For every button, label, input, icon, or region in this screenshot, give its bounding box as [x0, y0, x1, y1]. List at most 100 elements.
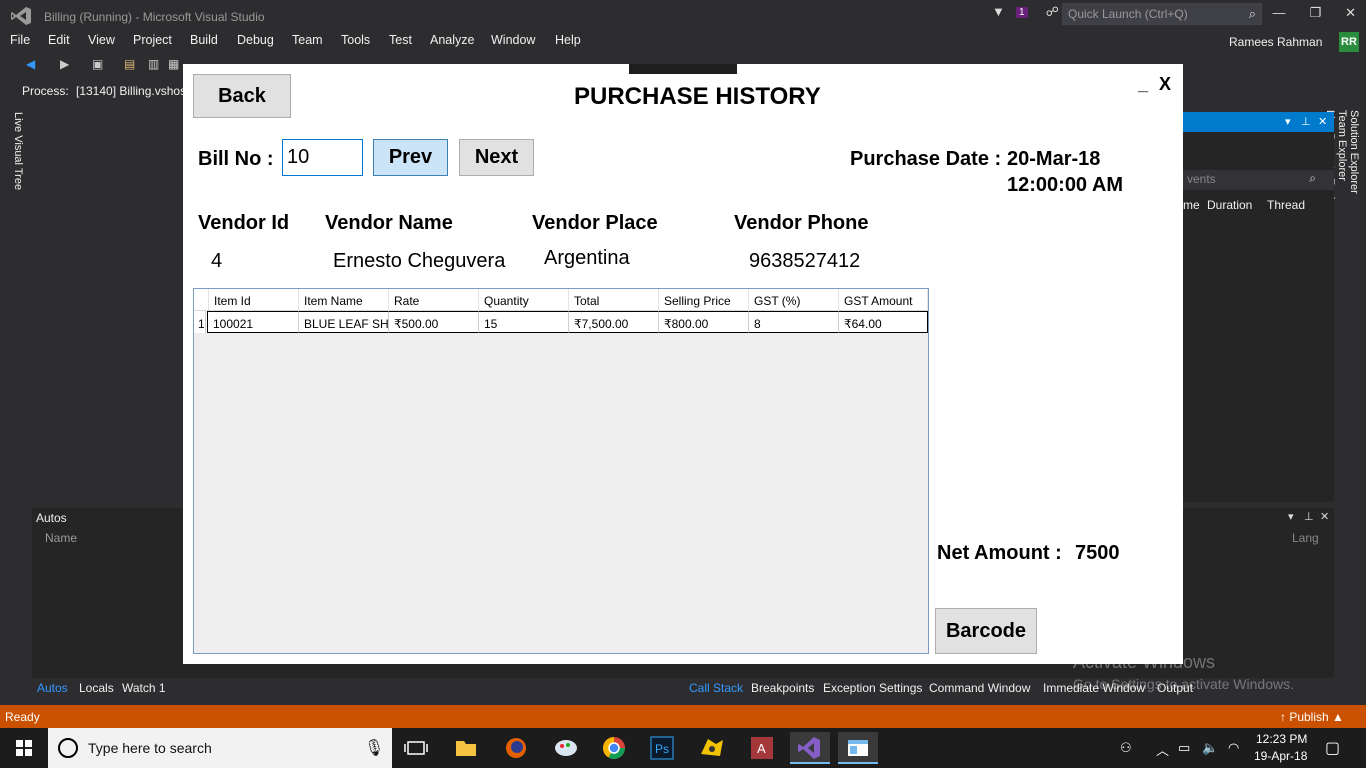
minimize-button[interactable]: _	[1138, 74, 1148, 95]
menu-debug[interactable]: Debug	[237, 33, 274, 47]
maximize-icon[interactable]: ❐	[1309, 5, 1321, 21]
menu-build[interactable]: Build	[190, 33, 218, 47]
menu-project[interactable]: Project	[133, 33, 172, 47]
feedback-icon[interactable]: ☍	[1046, 4, 1062, 20]
cell-total[interactable]: ₹7,500.00	[569, 311, 659, 333]
team-explorer-tab[interactable]: Team Explorer	[1336, 110, 1348, 418]
task-view-button[interactable]	[396, 732, 436, 764]
table-row[interactable]: 1 100021 BLUE LEAF SHIR ₹500.00 15 ₹7,50…	[194, 311, 928, 333]
events-search-input[interactable]: vents ⌕	[1183, 170, 1334, 190]
show-hidden-icons-icon[interactable]: ︿	[1156, 740, 1169, 759]
quick-launch-input[interactable]: Quick Launch (Ctrl+Q) ⌕	[1062, 3, 1262, 25]
taskbar-search-box[interactable]: Type here to search 🎙	[48, 728, 392, 768]
row-header[interactable]: 1	[194, 311, 206, 333]
bill-no-input[interactable]	[282, 139, 363, 176]
tab-breakpoints[interactable]: Breakpoints	[751, 681, 814, 695]
taskbar-app-paint[interactable]	[546, 732, 586, 764]
column-thread[interactable]: Thread	[1267, 198, 1305, 212]
people-icon[interactable]: ⚇	[1120, 740, 1132, 756]
column-rate[interactable]: Rate	[389, 289, 479, 311]
pin-icon[interactable]: ⊥	[1304, 510, 1314, 523]
column-item-id[interactable]: Item Id	[209, 289, 299, 311]
prev-button[interactable]: Prev	[373, 139, 448, 176]
menu-window[interactable]: Window	[491, 33, 535, 47]
publish-button[interactable]: ↑ Publish ▲	[1280, 710, 1344, 724]
open-folder-icon[interactable]: ▤	[124, 57, 138, 71]
menu-team[interactable]: Team	[292, 33, 323, 47]
close-button[interactable]: X	[1159, 74, 1171, 95]
clock-date[interactable]: 19-Apr-18	[1254, 749, 1307, 763]
clock-time[interactable]: 12:23 PM	[1256, 732, 1307, 746]
menu-file[interactable]: File	[10, 33, 30, 47]
cell-item-id[interactable]: 100021	[207, 311, 299, 333]
back-button[interactable]: Back	[193, 74, 291, 118]
column-total[interactable]: Total	[569, 289, 659, 311]
grid-corner-cell[interactable]	[194, 289, 209, 311]
pin-icon[interactable]: ⊥	[1301, 115, 1311, 128]
cell-selling-price[interactable]: ₹800.00	[659, 311, 749, 333]
vendor-name-label: Vendor Name	[325, 212, 453, 234]
autos-name-column[interactable]: Name	[45, 531, 77, 545]
action-center-icon[interactable]: ▢	[1325, 738, 1340, 758]
wifi-icon[interactable]: ◠	[1228, 740, 1239, 756]
dropdown-icon[interactable]: ▾	[1285, 115, 1291, 128]
cell-quantity[interactable]: 15	[479, 311, 569, 333]
taskbar-photoshop[interactable]: Ps	[642, 732, 682, 764]
taskbar-billing-app[interactable]	[838, 732, 878, 764]
column-duration[interactable]: Duration	[1207, 198, 1252, 212]
volume-icon[interactable]: 🔈	[1202, 740, 1218, 756]
user-name[interactable]: Ramees Rahman	[1229, 35, 1322, 49]
menu-edit[interactable]: Edit	[48, 33, 70, 47]
drag-handle[interactable]	[629, 64, 737, 74]
column-gst-percent[interactable]: GST (%)	[749, 289, 839, 311]
column-gst-amount[interactable]: GST Amount	[839, 289, 928, 311]
tab-watch-1[interactable]: Watch 1	[122, 681, 166, 695]
process-value[interactable]: [13140] Billing.vshos	[76, 84, 186, 98]
start-button[interactable]	[0, 728, 48, 768]
close-icon[interactable]: ✕	[1318, 115, 1327, 128]
save-icon[interactable]: ▥	[148, 57, 162, 71]
column-name[interactable]: me	[1183, 198, 1200, 212]
taskbar-access[interactable]: A	[742, 732, 782, 764]
taskbar-chrome[interactable]	[594, 732, 634, 764]
language-column[interactable]: Lang	[1292, 531, 1319, 545]
taskbar-visual-studio[interactable]	[790, 732, 830, 764]
taskbar-file-explorer[interactable]	[446, 732, 486, 764]
tab-command-window[interactable]: Command Window	[929, 681, 1030, 695]
menu-analyze[interactable]: Analyze	[430, 33, 474, 47]
minimize-icon[interactable]: —	[1272, 5, 1285, 21]
close-icon[interactable]: ✕	[1345, 5, 1356, 21]
save-all-icon[interactable]: ▦	[168, 57, 182, 71]
notification-filter-icon[interactable]: ▼	[992, 4, 1008, 20]
taskbar-app-game[interactable]	[692, 732, 732, 764]
next-button[interactable]: Next	[459, 139, 534, 176]
menu-tools[interactable]: Tools	[341, 33, 370, 47]
dropdown-icon[interactable]: ▾	[1288, 510, 1294, 523]
tab-autos[interactable]: Autos	[37, 681, 68, 695]
barcode-button[interactable]: Barcode	[935, 608, 1037, 654]
tab-exception-settings[interactable]: Exception Settings	[823, 681, 922, 695]
cell-gst-amount[interactable]: ₹64.00	[839, 311, 928, 333]
cell-item-name[interactable]: BLUE LEAF SHIR	[299, 311, 389, 333]
new-project-icon[interactable]: ▣	[92, 57, 106, 71]
taskbar-firefox[interactable]	[496, 732, 536, 764]
column-selling-price[interactable]: Selling Price	[659, 289, 749, 311]
back-navigate-icon[interactable]: ◀	[26, 57, 40, 71]
avatar[interactable]: RR	[1339, 32, 1359, 52]
cell-gst-percent[interactable]: 8	[749, 311, 839, 333]
tab-call-stack[interactable]: Call Stack	[689, 681, 743, 695]
cell-rate[interactable]: ₹500.00	[389, 311, 479, 333]
purchase-items-grid[interactable]: Item Id Item Name Rate Quantity Total Se…	[193, 288, 929, 654]
column-quantity[interactable]: Quantity	[479, 289, 569, 311]
live-visual-tree-tab[interactable]: Live Visual Tree	[4, 112, 24, 202]
battery-icon[interactable]: ▭	[1178, 740, 1190, 756]
menu-test[interactable]: Test	[389, 33, 412, 47]
solution-explorer-tab[interactable]: Solution Explorer	[1348, 110, 1360, 418]
column-item-name[interactable]: Item Name	[299, 289, 389, 311]
close-icon[interactable]: ✕	[1320, 510, 1329, 523]
menu-help[interactable]: Help	[555, 33, 581, 47]
forward-navigate-icon[interactable]: ▶	[60, 57, 74, 71]
tab-locals[interactable]: Locals	[79, 681, 114, 695]
menu-view[interactable]: View	[88, 33, 115, 47]
microphone-icon[interactable]: 🎙	[364, 738, 384, 758]
